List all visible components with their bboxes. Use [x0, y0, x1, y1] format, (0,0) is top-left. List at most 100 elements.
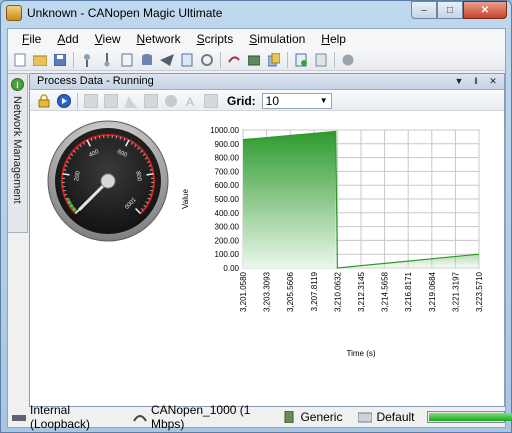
chevron-down-icon: ▼ [319, 95, 328, 105]
folder-icon [358, 411, 373, 423]
chart-y-tick-label: 0.00 [223, 264, 239, 273]
toolbar-separator [77, 92, 78, 109]
add-icon[interactable] [294, 53, 308, 67]
caption-buttons: – □ ✕ [411, 1, 507, 19]
chart-x-tick-label: 3,221.3197 [451, 271, 460, 312]
chart-y-tick-label: 400.00 [215, 209, 240, 218]
script-icon[interactable] [180, 53, 194, 67]
panel-toolbar: A Grid: 10 ▼ [30, 91, 504, 111]
status-can[interactable]: CANopen_1000 (1 Mbps) [129, 403, 266, 431]
chart-tool-icon[interactable] [124, 94, 138, 108]
process-data-panel: Process Data - Running ▼ ‖ ✕ A Grid: 10 … [29, 73, 505, 407]
menu-add[interactable]: Add [49, 29, 86, 49]
stop-icon[interactable] [341, 53, 355, 67]
menu-simulation[interactable]: Simulation [241, 29, 313, 49]
chart-y-axis-label: Value [181, 189, 190, 209]
chart-x-tick-label: 3,207.8119 [310, 271, 319, 311]
chart-x-tick-label: 3,203.3093 [263, 271, 272, 312]
chart-x-axis-label: Time (s) [346, 349, 375, 358]
paste-icon[interactable] [314, 53, 328, 67]
send-icon[interactable] [160, 53, 174, 67]
chart-area-fill [243, 131, 336, 268]
panel-title: Process Data - Running [37, 75, 154, 87]
save-icon[interactable] [53, 53, 67, 67]
undo-icon[interactable] [227, 53, 241, 67]
chart-x-tick-label: 3,216.8171 [404, 271, 413, 312]
database-icon[interactable] [140, 53, 154, 67]
label-tool-icon[interactable]: A [184, 94, 198, 108]
run-icon[interactable] [57, 93, 71, 108]
grid-size-select[interactable]: 10 ▼ [261, 92, 332, 109]
toolbar-separator [220, 51, 221, 68]
table-tool-icon[interactable] [144, 93, 158, 108]
chart-x-tick-label: 3,210.0632 [333, 271, 342, 312]
gauge-widget[interactable]: 02004006008001000 [46, 119, 170, 243]
refresh-icon[interactable] [200, 53, 214, 67]
device-icon[interactable] [247, 53, 261, 67]
client-area: File Add View Network Scripts Simulation… [7, 28, 512, 431]
panel-header: Process Data - Running ▼ ‖ ✕ [30, 74, 504, 90]
copy-icon[interactable] [267, 52, 281, 67]
toolbar-separator [73, 51, 74, 68]
trend-chart[interactable]: 0.00 100.00 200.00 300.00 400.00 500.00 600.00… [180, 112, 500, 372]
panel-header-buttons: ▼ ‖ ✕ [449, 75, 500, 88]
chart-y-tick-label: 1000.00 [210, 126, 239, 135]
status-workspace-label: Default [376, 410, 415, 424]
image-tool-icon[interactable] [204, 93, 218, 108]
disconnect-icon[interactable] [100, 52, 114, 67]
lock-icon[interactable] [37, 93, 51, 108]
svg-text:A: A [186, 95, 194, 108]
chart-y-tick-label: 100.00 [215, 250, 240, 259]
grid-label: Grid: [227, 93, 256, 108]
status-connection-label: Internal (Loopback) [30, 403, 91, 431]
status-can-label: CANopen_1000 (1 Mbps) [151, 403, 251, 431]
status-bar: Internal (Loopback) CANopen_1000 (1 Mbps… [8, 403, 512, 431]
dial-tool-icon[interactable] [164, 94, 178, 108]
panel-close-button[interactable]: ✕ [486, 75, 500, 88]
status-progress-bar [426, 411, 512, 423]
network-icon: i [11, 78, 24, 91]
gauge-hub [100, 173, 116, 189]
app-icon [6, 5, 22, 21]
main-toolbar [8, 49, 505, 71]
gauge-tick [115, 135, 118, 139]
menu-view[interactable]: View [87, 29, 129, 49]
gauge-tick [98, 135, 101, 139]
status-workspace[interactable]: Default [354, 410, 415, 424]
minimize-button[interactable]: – [411, 1, 437, 19]
chart-x-tick-label: 3,212.3145 [357, 271, 366, 312]
chart-y-tick-label: 800.00 [215, 154, 240, 163]
chart-y-tick-label: 600.00 [215, 181, 240, 190]
bar-tool-icon[interactable] [104, 93, 118, 108]
connection-icon [12, 411, 26, 423]
chart-y-tick-label: 300.00 [215, 223, 240, 232]
window-title: Unknown - CANopen Magic Ultimate [27, 6, 223, 20]
menu-help[interactable]: Help [313, 29, 354, 49]
profile-icon [282, 411, 296, 423]
status-profile[interactable]: Generic [278, 410, 342, 424]
panel-dropdown-button[interactable]: ▼ [452, 75, 466, 88]
status-connection[interactable]: Internal (Loopback) [8, 403, 117, 431]
maximize-button[interactable]: □ [437, 1, 463, 19]
menu-file[interactable]: File [14, 29, 49, 49]
connect-icon[interactable] [80, 53, 94, 67]
document-icon[interactable] [120, 53, 134, 67]
menu-network[interactable]: Network [129, 29, 189, 49]
grid-size-value: 10 [265, 93, 280, 108]
panel-canvas: 02004006008001000 0.00 100.00 200.00 300.00… [30, 112, 504, 406]
menu-scripts[interactable]: Scripts [189, 29, 242, 49]
chart-x-tick-label: 3,201.0580 [239, 271, 248, 312]
side-tab-label: Network Management [11, 96, 23, 204]
title-bar[interactable]: Unknown - CANopen Magic Ultimate – □ ✕ [1, 1, 511, 27]
close-button[interactable]: ✕ [463, 1, 507, 19]
gauge-tool-icon[interactable] [84, 93, 98, 108]
new-icon[interactable] [13, 53, 27, 67]
chart-y-tick-label: 200.00 [215, 236, 240, 245]
panel-pin-button[interactable]: ‖ [469, 75, 483, 88]
chart-x-tick-label: 3,219.0684 [428, 271, 437, 312]
network-management-tab[interactable]: i Network Management [8, 73, 28, 233]
chart-y-tick-label: 500.00 [215, 195, 240, 204]
open-icon[interactable] [33, 53, 47, 67]
can-icon [133, 411, 147, 423]
status-progress-fill [428, 413, 512, 421]
